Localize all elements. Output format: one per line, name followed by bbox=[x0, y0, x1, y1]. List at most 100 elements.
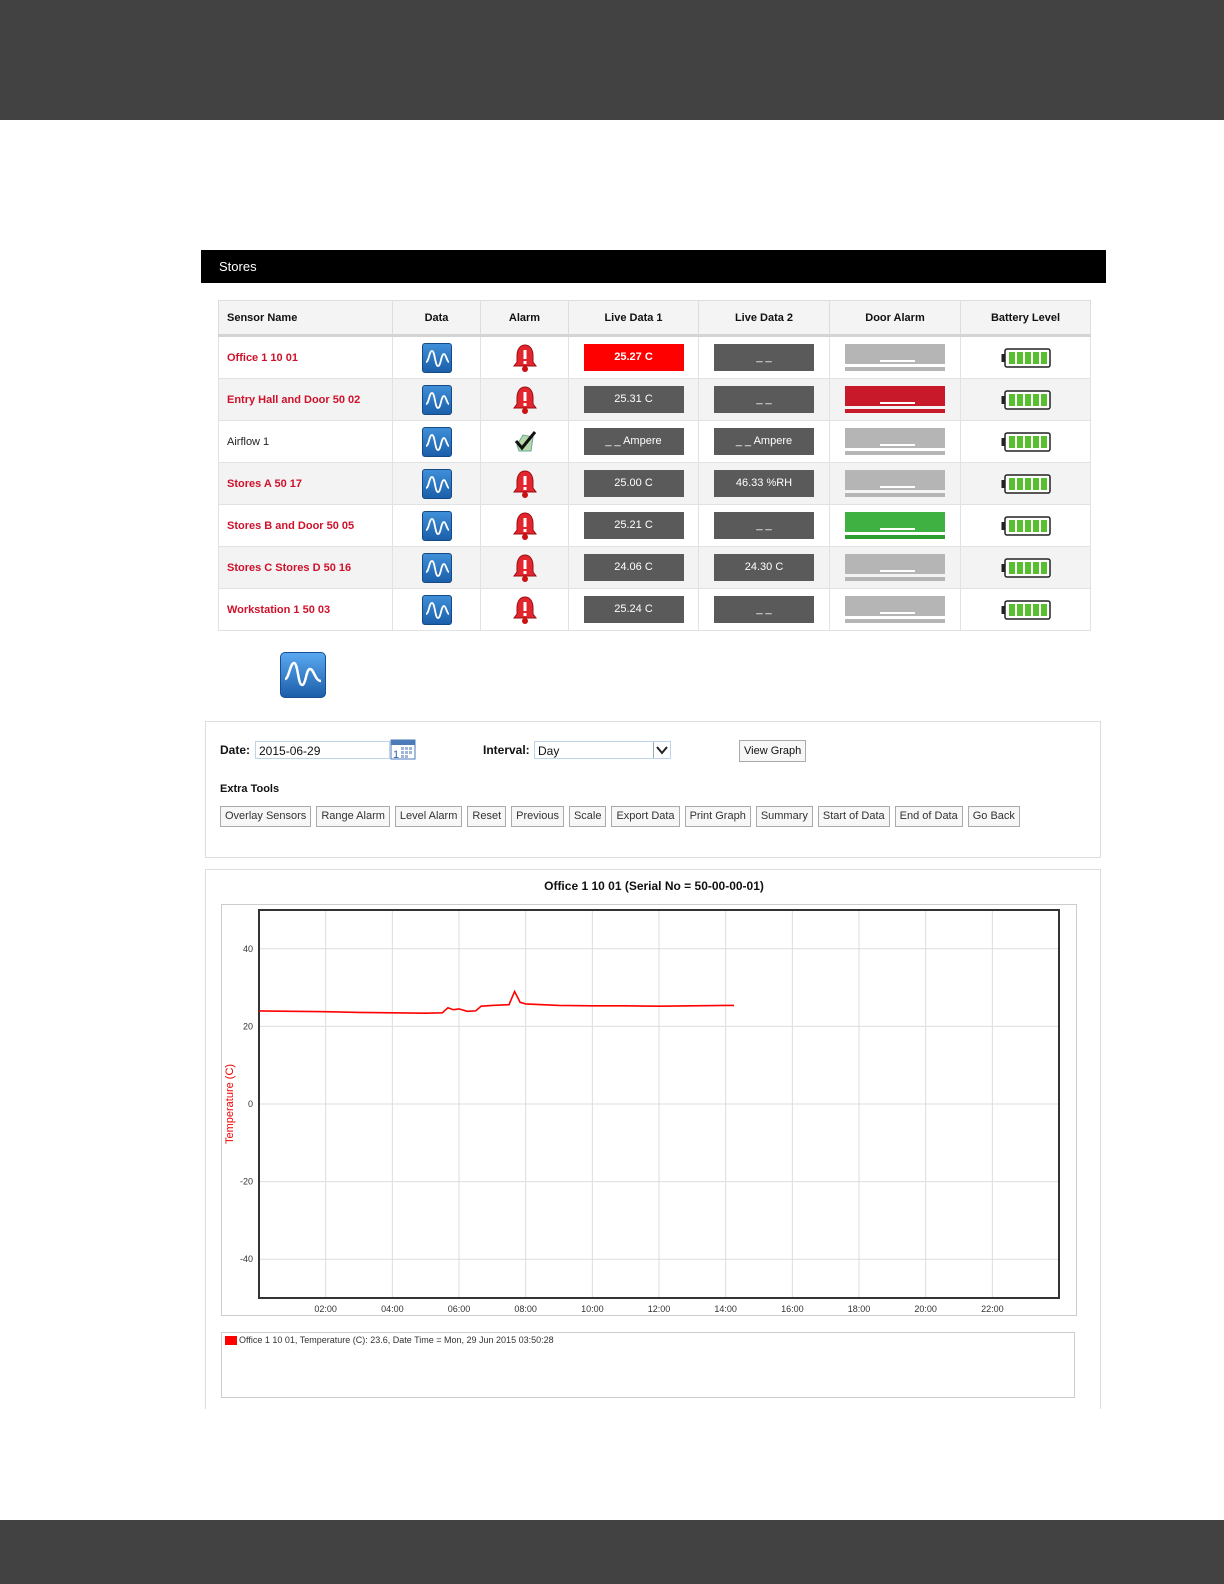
graph-icon[interactable] bbox=[421, 384, 452, 415]
view-graph-button[interactable]: View Graph bbox=[739, 740, 807, 762]
live-data-1-cell: 25.00 C bbox=[568, 462, 699, 505]
table-row: Stores B and Door 50 05 25.21 C _ _ bbox=[218, 504, 1091, 547]
graph-title: Office 1 10 01 (Serial No = 50-00-00-01) bbox=[544, 879, 764, 893]
group-title: Stores bbox=[219, 259, 257, 274]
legend-box: Office 1 10 01, Temperature (C): 23.6, D… bbox=[221, 1332, 1075, 1398]
door-alarm-cell bbox=[829, 420, 961, 463]
scale-button[interactable]: Scale bbox=[568, 806, 607, 827]
date-input[interactable]: 2015-06-29 bbox=[255, 741, 390, 759]
export-data-button[interactable]: Export Data bbox=[611, 806, 680, 827]
battery-full-icon bbox=[1001, 473, 1051, 494]
data-cell bbox=[392, 546, 481, 589]
sensor-name-link[interactable]: Airflow 1 bbox=[218, 420, 393, 463]
data-cell bbox=[392, 504, 481, 547]
x-tick-label: 04:00 bbox=[381, 1304, 404, 1314]
date-label: Date: bbox=[220, 743, 251, 757]
data-cell bbox=[392, 588, 481, 631]
alarm-bell-icon[interactable] bbox=[511, 595, 539, 625]
overlay-sensors-button[interactable]: Overlay Sensors bbox=[220, 806, 312, 827]
y-tick-label: 40 bbox=[243, 944, 253, 954]
go-back-button[interactable]: Go Back bbox=[967, 806, 1020, 827]
live-data-2-value: _ _ bbox=[714, 512, 814, 539]
alarm-bell-icon[interactable] bbox=[511, 511, 539, 541]
graph-icon[interactable] bbox=[421, 426, 452, 457]
data-cell bbox=[392, 462, 481, 505]
sensor-name-link[interactable]: Entry Hall and Door 50 02 bbox=[218, 378, 393, 421]
start-of-data-button[interactable]: Start of Data bbox=[817, 806, 890, 827]
battery-full-icon bbox=[1001, 347, 1051, 368]
extra-tools-bar: Overlay Sensors Range Alarm Level Alarm Res… bbox=[220, 806, 1020, 827]
graph-icon[interactable] bbox=[421, 594, 452, 625]
battery-full-icon bbox=[1001, 557, 1051, 578]
y-axis-label: Temperature (C) bbox=[224, 1064, 236, 1144]
interval-select[interactable]: Day bbox=[534, 741, 671, 759]
graph-icon[interactable] bbox=[421, 510, 452, 541]
alarm-cell bbox=[480, 420, 569, 463]
alarm-bell-icon[interactable] bbox=[511, 469, 539, 499]
sensor-name-link[interactable]: Stores A 50 17 bbox=[218, 462, 393, 505]
col-header-battery-level: Battery Level bbox=[960, 300, 1091, 337]
graph-controls-panel: Date: 2015-06-29 1 Interval: Day View Gr… bbox=[205, 721, 1101, 858]
table-row: Stores C Stores D 50 16 24.06 C 24.30 C bbox=[218, 546, 1091, 589]
summary-button[interactable]: Summary bbox=[755, 806, 813, 827]
interval-label: Interval: bbox=[483, 743, 530, 757]
live-data-1-value: 25.27 C bbox=[583, 344, 684, 371]
alarm-bell-icon[interactable] bbox=[511, 553, 539, 583]
graph-icon[interactable] bbox=[421, 468, 452, 499]
battery-full-icon bbox=[1001, 515, 1051, 536]
graph-panel: Office 1 10 01 (Serial No = 50-00-00-01)… bbox=[205, 869, 1101, 1409]
live-data-2-cell: _ _ bbox=[698, 335, 830, 379]
graph-data-icon[interactable] bbox=[280, 652, 326, 698]
sensor-name-link[interactable]: Stores B and Door 50 05 bbox=[218, 504, 393, 547]
alarm-bell-icon[interactable] bbox=[511, 385, 539, 415]
graph-icon[interactable] bbox=[421, 552, 452, 583]
x-tick-label: 16:00 bbox=[781, 1304, 804, 1314]
previous-button[interactable]: Previous bbox=[511, 806, 564, 827]
x-tick-label: 10:00 bbox=[581, 1304, 604, 1314]
col-header-live-data-1: Live Data 1 bbox=[568, 300, 699, 337]
col-header-data: Data bbox=[392, 300, 481, 337]
calendar-icon[interactable]: 1 bbox=[390, 737, 416, 761]
col-header-sensor-name: Sensor Name bbox=[218, 300, 393, 337]
alarm-bell-icon[interactable] bbox=[511, 343, 539, 373]
x-tick-label: 22:00 bbox=[981, 1304, 1004, 1314]
live-data-1-value: 24.06 C bbox=[583, 554, 684, 581]
level-alarm-button[interactable]: Level Alarm bbox=[394, 806, 463, 827]
live-data-1-value: _ _ Ampere bbox=[583, 428, 684, 455]
chevron-down-icon[interactable] bbox=[653, 742, 670, 758]
col-header-alarm: Alarm bbox=[480, 300, 569, 337]
reset-button[interactable]: Reset bbox=[467, 806, 507, 827]
battery-cell bbox=[960, 504, 1091, 547]
live-data-1-value: 25.31 C bbox=[583, 386, 684, 413]
door-status-icon bbox=[845, 596, 945, 623]
table-row: Office 1 10 01 25.27 C _ _ bbox=[218, 335, 1091, 379]
sensor-name-link[interactable]: Office 1 10 01 bbox=[218, 335, 393, 379]
end-of-data-button[interactable]: End of Data bbox=[894, 806, 963, 827]
alarm-cell bbox=[480, 504, 569, 547]
extra-tools-label: Extra Tools bbox=[220, 783, 280, 795]
battery-full-icon bbox=[1001, 599, 1051, 620]
sensor-name-link[interactable]: Stores C Stores D 50 16 bbox=[218, 546, 393, 589]
interval-value: Day bbox=[538, 744, 560, 758]
svg-text:1: 1 bbox=[393, 749, 399, 760]
range-alarm-button[interactable]: Range Alarm bbox=[316, 806, 390, 827]
x-tick-label: 18:00 bbox=[848, 1304, 871, 1314]
alarm-ok-icon[interactable] bbox=[511, 427, 539, 457]
live-data-2-value: 46.33 %RH bbox=[714, 470, 814, 497]
table-row: Airflow 1 _ _ Ampere _ _ Ampere bbox=[218, 420, 1091, 463]
graph-icon[interactable] bbox=[421, 342, 452, 373]
live-data-1-cell: 25.27 C bbox=[568, 335, 699, 379]
door-status-icon bbox=[845, 470, 945, 497]
live-data-2-cell: _ _ bbox=[698, 378, 830, 421]
live-data-2-value: _ _ Ampere bbox=[714, 428, 814, 455]
top-banner bbox=[0, 0, 1224, 120]
battery-full-icon bbox=[1001, 389, 1051, 410]
live-data-1-cell: 25.24 C bbox=[568, 588, 699, 631]
x-tick-label: 20:00 bbox=[914, 1304, 937, 1314]
print-graph-button[interactable]: Print Graph bbox=[684, 806, 751, 827]
sensor-name-link[interactable]: Workstation 1 50 03 bbox=[218, 588, 393, 631]
live-data-2-value: _ _ bbox=[714, 386, 814, 413]
door-alarm-cell bbox=[829, 462, 961, 505]
live-data-2-cell: _ _ bbox=[698, 504, 830, 547]
x-tick-label: 12:00 bbox=[648, 1304, 671, 1314]
